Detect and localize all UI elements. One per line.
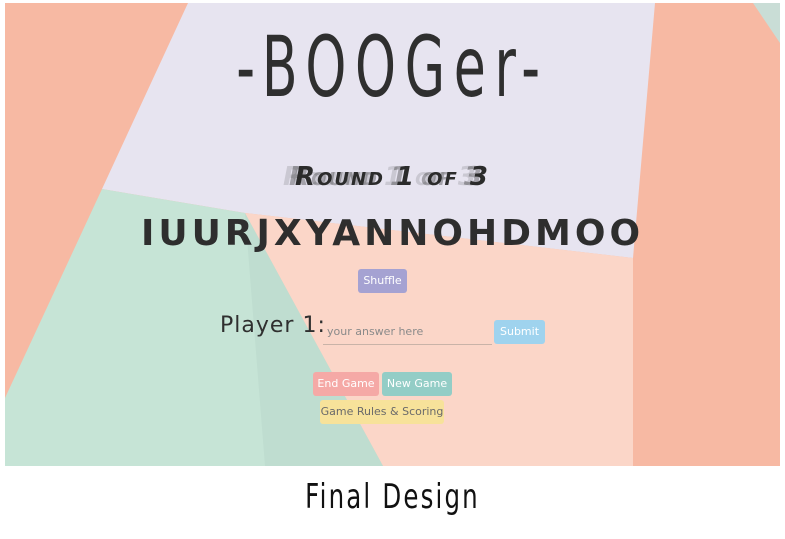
round-indicator: Round 1 of 3 bbox=[295, 162, 490, 192]
end-game-button[interactable]: End Game bbox=[313, 372, 379, 396]
submit-button[interactable]: Submit bbox=[494, 320, 545, 344]
shuffle-button[interactable]: Shuffle bbox=[358, 269, 407, 293]
game-screen: -BOOGer- Round 1 of 3 IUURJXYANNOHDMOO S… bbox=[5, 3, 780, 466]
design-caption: Final Design bbox=[305, 477, 480, 517]
player-label: Player 1: bbox=[220, 313, 326, 338]
answer-input[interactable] bbox=[323, 319, 492, 345]
new-game-button[interactable]: New Game bbox=[382, 372, 452, 396]
letter-pool: IUURJXYANNOHDMOO bbox=[140, 213, 645, 254]
game-rules-button[interactable]: Game Rules & Scoring bbox=[320, 400, 444, 424]
game-title: -BOOGer- bbox=[236, 18, 549, 116]
